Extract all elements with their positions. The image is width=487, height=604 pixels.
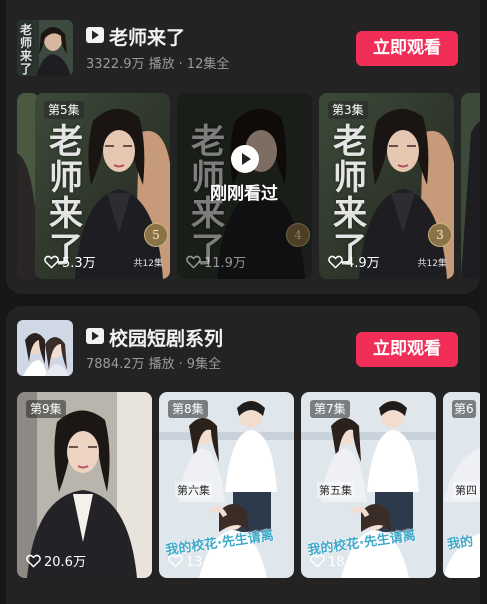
heart-icon — [44, 255, 59, 269]
likes: 11.9万 — [186, 252, 246, 271]
episode-thumb-7[interactable]: 第7集 第五集 我的校花·先生请离 18.5万 — [301, 392, 436, 578]
episode-title-overlay: 第五集 — [317, 482, 354, 498]
likes: 13.4万 — [168, 551, 228, 570]
heart-icon — [186, 255, 201, 269]
series-cover[interactable] — [17, 320, 73, 376]
title-char: 来 — [333, 194, 367, 234]
likes-count: 20.6万 — [44, 555, 86, 570]
episode-label: 第8集 — [168, 400, 208, 418]
watch-now-button[interactable]: 立即观看 — [356, 332, 458, 367]
series-card-campus: 校园短剧系列 7884.2万 播放 · 9集全 立即观看 第9集 20.6万 第… — [6, 306, 480, 604]
episode-count: 9集全 — [186, 357, 222, 372]
cover-art — [17, 320, 73, 376]
title-char: 师 — [49, 158, 83, 198]
likes: 5.3万 — [44, 252, 96, 271]
likes-count: 13.4万 — [186, 555, 228, 570]
episode-count: 12集全 — [186, 57, 230, 72]
title-char: 老 — [49, 122, 83, 162]
watch-now-button[interactable]: 立即观看 — [356, 31, 458, 66]
episode-label: 第6 — [452, 400, 476, 418]
cover-title-text: 老师来了 — [20, 23, 33, 76]
episode-label: 第5集 — [44, 101, 84, 119]
episode-number-badge: 3 — [428, 223, 452, 247]
episode-label: 第3集 — [328, 101, 368, 119]
heart-icon — [168, 554, 183, 568]
play-count: 3322.9万 — [86, 57, 145, 72]
series-title[interactable]: 校园短剧系列 — [109, 324, 223, 351]
screen: 老师来了 老师来了 3322.9万 播放 · 12集全 立即观看 老 师 来 了… — [0, 0, 487, 604]
play-count-label: 播放 — [148, 357, 175, 372]
total-episodes: 共12集 — [417, 259, 447, 269]
play-logo-icon — [86, 27, 104, 43]
episode-title-overlay: 第四 — [453, 482, 479, 498]
series-meta: 7884.2万 播放 · 9集全 — [86, 357, 222, 372]
episode-thumb-4[interactable]: 老 师 来 了 4 刚刚看过 11.9万 — [177, 93, 312, 279]
heart-icon — [328, 255, 343, 269]
episode-number-badge: 5 — [144, 223, 168, 247]
likes: 20.6万 — [26, 551, 86, 570]
likes-count: 4.9万 — [346, 256, 380, 271]
episode-thumb-6[interactable]: 第6 第四 我的 — [443, 392, 480, 578]
series-title[interactable]: 老师来了 — [109, 23, 185, 50]
episode-list: 第9集 20.6万 第8集 第六集 我的校花·先生请离 13.4万 第7集 第五… — [6, 392, 480, 592]
play-count: 7884.2万 — [86, 357, 145, 372]
play-icon[interactable] — [231, 145, 259, 173]
episode-thumb-5[interactable]: 老 师 来 了 第5集 5 5.3万 共12集 — [35, 93, 170, 279]
heart-icon — [26, 554, 41, 568]
likes: 4.9万 — [328, 252, 380, 271]
episode-label: 第7集 — [310, 400, 350, 418]
episode-thumb-3[interactable]: 老 师 来 了 第3集 3 4.9万 共12集 — [319, 93, 454, 279]
likes-count: 11.9万 — [204, 256, 246, 271]
likes: 18.5万 — [310, 551, 370, 570]
total-episodes: 共12集 — [133, 259, 163, 269]
play-logo-icon — [86, 328, 104, 344]
series-logo-text: 我的 — [446, 534, 475, 553]
episode-list: 老 师 来 了 第5集 5 5.3万 共12集 老 师 来 了 4 刚刚看过 1… — [6, 93, 480, 279]
episode-label: 第9集 — [26, 400, 66, 418]
title-char: 师 — [333, 158, 367, 198]
title-char: 老 — [333, 122, 367, 162]
series-cover[interactable]: 老师来了 — [17, 20, 73, 76]
likes-count: 5.3万 — [62, 256, 96, 271]
likes-count: 18.5万 — [328, 555, 370, 570]
episode-thumb-9[interactable]: 第9集 20.6万 — [17, 392, 152, 578]
title-char: 来 — [49, 194, 83, 234]
recently-watched-label: 刚刚看过 — [210, 184, 278, 204]
heart-icon — [310, 554, 325, 568]
series-card-teacher: 老师来了 老师来了 3322.9万 播放 · 12集全 立即观看 老 师 来 了… — [6, 0, 480, 294]
episode-title-overlay: 第六集 — [175, 482, 212, 498]
episode-thumb-partial-right[interactable] — [461, 93, 480, 279]
episode-thumb-8[interactable]: 第8集 第六集 我的校花·先生请离 13.4万 — [159, 392, 294, 578]
play-count-label: 播放 — [148, 57, 175, 72]
series-meta: 3322.9万 播放 · 12集全 — [86, 57, 230, 72]
